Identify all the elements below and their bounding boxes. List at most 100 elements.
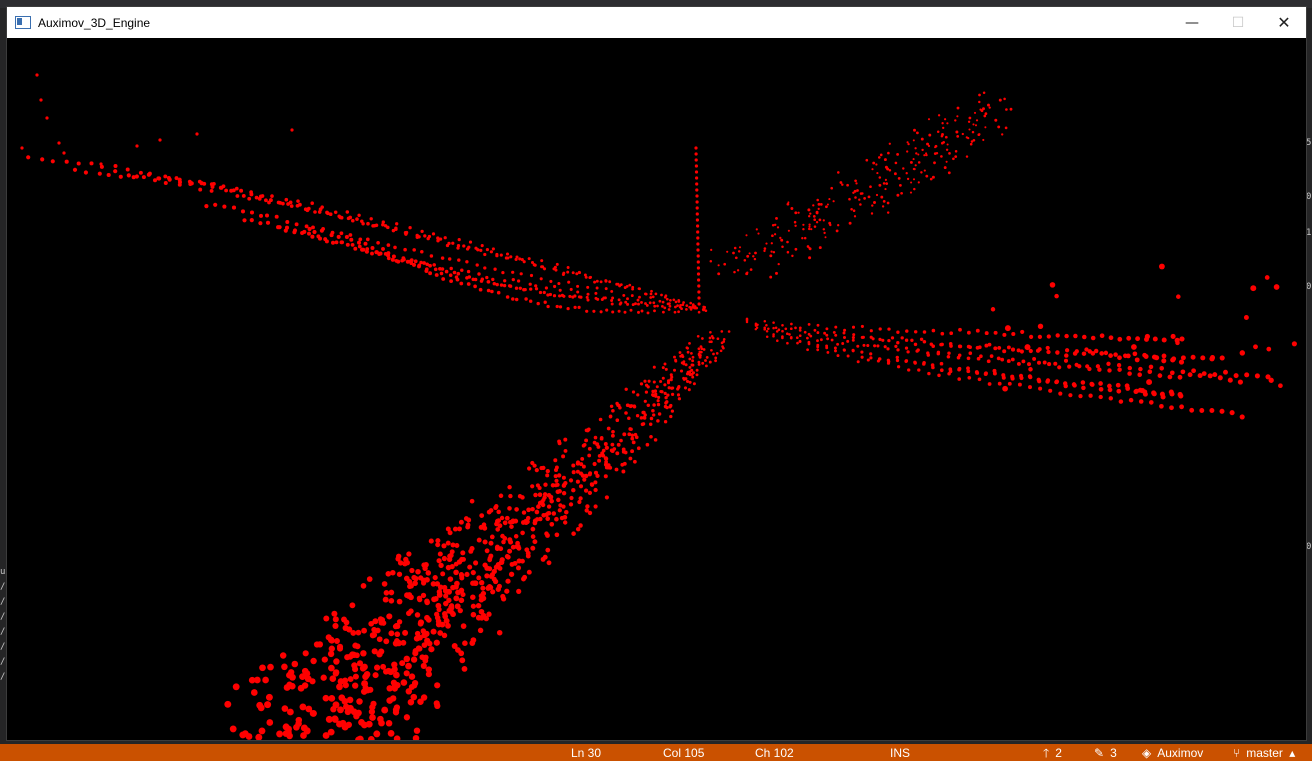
point — [669, 403, 673, 408]
point — [209, 182, 214, 187]
point — [940, 155, 943, 158]
point — [1167, 374, 1173, 380]
point — [884, 178, 887, 181]
point — [1268, 377, 1274, 383]
point — [967, 330, 971, 335]
point — [694, 152, 698, 156]
point — [806, 336, 809, 340]
point — [939, 361, 944, 366]
point — [670, 409, 675, 413]
point — [557, 489, 562, 494]
point — [434, 682, 441, 689]
point — [775, 271, 778, 275]
point — [1049, 282, 1056, 288]
point — [539, 277, 543, 281]
branch-icon: ⑂ — [1233, 746, 1241, 760]
point — [401, 256, 406, 261]
close-button[interactable]: ✕ — [1261, 7, 1307, 38]
minimize-button[interactable]: — — [1169, 7, 1215, 38]
point — [1011, 331, 1016, 337]
point — [563, 437, 568, 442]
point — [470, 603, 477, 609]
point — [1116, 388, 1122, 394]
point — [604, 495, 609, 500]
point — [1207, 373, 1213, 379]
point — [407, 583, 413, 590]
point — [400, 639, 407, 646]
point — [688, 342, 691, 345]
point — [1161, 358, 1167, 364]
point — [696, 230, 700, 234]
point — [310, 201, 314, 205]
point — [765, 242, 768, 245]
point — [561, 491, 567, 496]
point — [696, 266, 701, 270]
status-char[interactable]: Ch 102 — [755, 746, 794, 760]
point — [420, 662, 427, 669]
point — [338, 215, 343, 220]
point — [727, 330, 731, 333]
point — [1068, 393, 1073, 398]
point — [681, 303, 685, 307]
point — [463, 516, 469, 521]
point — [1058, 391, 1063, 396]
point — [535, 483, 540, 488]
point — [476, 537, 482, 543]
status-repo[interactable]: ◈ Auximov — [1142, 746, 1203, 760]
point — [1157, 373, 1163, 378]
point — [694, 158, 698, 162]
point — [363, 672, 370, 679]
point — [504, 256, 508, 260]
point — [558, 288, 562, 292]
point — [913, 360, 917, 365]
point — [425, 617, 432, 623]
point — [487, 555, 493, 561]
status-column[interactable]: Col 105 — [663, 746, 704, 760]
point — [508, 539, 514, 545]
point — [937, 373, 941, 378]
point — [652, 403, 656, 407]
point — [920, 171, 923, 174]
point — [542, 267, 547, 271]
status-insert-mode[interactable]: INS — [890, 746, 910, 760]
point — [619, 438, 623, 443]
point — [475, 263, 479, 267]
status-branch[interactable]: ⑂ master ▴ — [1233, 746, 1295, 760]
window-titlebar[interactable]: Auximov_3D_Engine — ☐ ✕ — [7, 7, 1306, 38]
point — [26, 155, 31, 160]
point — [353, 246, 358, 251]
point — [1090, 335, 1096, 341]
point — [1117, 336, 1123, 342]
point — [356, 698, 363, 705]
point — [913, 187, 916, 191]
point — [515, 540, 520, 546]
point — [690, 368, 694, 372]
point — [781, 335, 784, 338]
status-edits[interactable]: ✎ 3 — [1094, 746, 1117, 760]
point — [946, 122, 949, 125]
point — [846, 339, 850, 343]
point — [542, 554, 548, 560]
point — [945, 148, 949, 151]
point — [204, 204, 209, 209]
point — [448, 604, 455, 611]
maximize-button[interactable]: ☐ — [1215, 7, 1261, 38]
point — [277, 225, 282, 230]
point — [45, 116, 49, 120]
point — [453, 584, 459, 590]
status-line[interactable]: Ln 30 — [571, 746, 601, 760]
status-pushes[interactable]: 🡑 2 — [1043, 746, 1062, 760]
point — [157, 176, 162, 181]
point — [281, 705, 289, 712]
point — [772, 334, 775, 338]
point — [258, 194, 263, 199]
render-canvas[interactable] — [7, 38, 1306, 744]
point — [561, 504, 566, 509]
point — [1254, 373, 1260, 379]
point — [1006, 345, 1011, 350]
point — [643, 399, 647, 403]
point — [765, 335, 769, 339]
point — [895, 358, 900, 363]
point — [405, 688, 413, 695]
point — [40, 157, 45, 162]
